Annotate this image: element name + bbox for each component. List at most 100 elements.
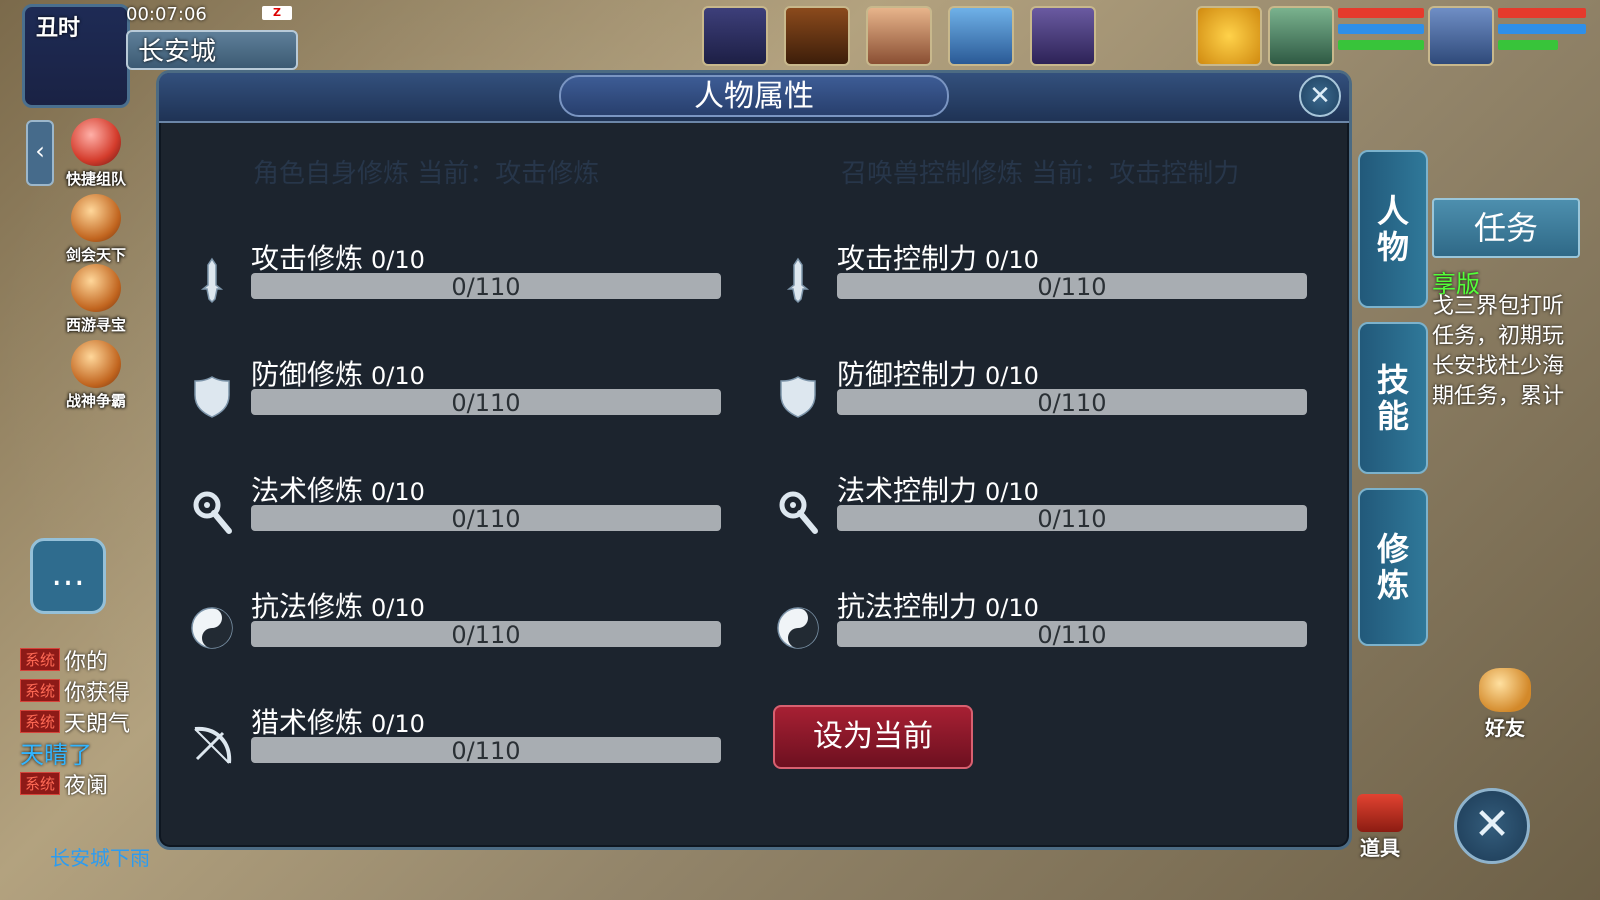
items-label: 道具 xyxy=(1360,836,1400,860)
pet-portrait[interactable] xyxy=(1268,6,1334,66)
cultivation-row[interactable]: 法术修炼 0/10 0/110 xyxy=(187,469,727,543)
sword-meet-icon xyxy=(71,194,121,242)
panel-header: 人物属性 ✕ xyxy=(159,73,1349,123)
cultivation-row[interactable]: 攻击修炼 0/10 0/110 xyxy=(187,237,727,311)
cultivation-label: 抗法修炼 xyxy=(251,590,364,623)
character-attributes-panel: 人物属性 ✕ 角色自身修炼 当前：攻击修炼 召唤兽控制修炼 当前：攻击控制力 攻… xyxy=(156,70,1352,850)
cultivation-name: 攻击控制力 0/10 xyxy=(837,237,1039,277)
exp-bar xyxy=(1498,40,1558,50)
cultivation-name: 防御修炼 0/10 xyxy=(251,353,425,393)
progress-value: 0/110 xyxy=(451,737,521,763)
war-god-button[interactable]: 战神争霸 xyxy=(58,340,134,411)
sword-icon xyxy=(187,255,237,305)
cultivation-label: 防御控制力 xyxy=(837,358,978,391)
friends-button[interactable]: 好友 xyxy=(1470,668,1540,741)
party-portrait[interactable] xyxy=(702,6,768,66)
team-icon xyxy=(71,118,121,166)
cultivation-name: 抗法修炼 0/10 xyxy=(251,585,425,625)
mp-bar xyxy=(1498,24,1586,34)
time-period-label: 丑时 xyxy=(36,16,81,41)
chat-button[interactable]: … xyxy=(30,538,106,614)
progress-bar: 0/110 xyxy=(837,273,1307,299)
cultivation-row[interactable]: 防御修炼 0/10 0/110 xyxy=(187,353,727,427)
progress-bar: 0/110 xyxy=(837,621,1307,647)
cultivation-label: 法术修炼 xyxy=(251,474,364,507)
magic-staff-icon xyxy=(187,487,237,537)
tab-skills[interactable]: 技能 xyxy=(1358,322,1428,474)
system-tag: 系统 xyxy=(20,679,61,702)
party-portrait[interactable] xyxy=(1030,6,1096,66)
self-cultivation-heading: 角色自身修炼 当前：攻击修炼 xyxy=(253,159,600,189)
close-menu-button[interactable]: ✕ xyxy=(1454,788,1530,864)
progress-value: 0/110 xyxy=(451,621,521,647)
progress-value: 0/110 xyxy=(451,389,521,415)
cultivation-level: 0/10 xyxy=(371,246,425,274)
sword-meet-label: 剑会天下 xyxy=(65,246,126,264)
cultivation-label: 防御修炼 xyxy=(251,358,364,391)
progress-value: 0/110 xyxy=(451,505,521,531)
quick-team-button[interactable]: 快捷组队 xyxy=(58,118,134,189)
cultivation-row[interactable]: 攻击控制力 0/10 0/110 xyxy=(773,237,1313,311)
treasure-chest-icon xyxy=(71,264,121,312)
cultivation-row[interactable]: 猎术修炼 0/10 0/110 xyxy=(187,701,727,775)
task-line: 戈三界包打听 xyxy=(1432,294,1565,319)
cultivation-row[interactable]: 抗法修炼 0/10 0/110 xyxy=(187,585,727,659)
progress-value: 0/110 xyxy=(451,273,521,299)
exp-bar xyxy=(1338,40,1424,50)
system-tag: 系统 xyxy=(20,648,61,671)
weather-text: 天晴了 xyxy=(20,741,92,769)
chat-log[interactable]: 系统 你的 系统 你获得 系统 天朗气 天晴了 系统 夜阑 xyxy=(20,644,160,799)
cultivation-row[interactable]: 抗法控制力 0/10 0/110 xyxy=(773,585,1313,659)
cultivation-label: 攻击控制力 xyxy=(837,242,978,275)
pet-status-bars xyxy=(1338,8,1424,56)
treasure-hunt-button[interactable]: 西游寻宝 xyxy=(58,264,134,335)
sword-meet-button[interactable]: 剑会天下 xyxy=(58,194,134,265)
mp-bar xyxy=(1338,24,1424,34)
panel-title-frame: 人物属性 xyxy=(559,75,949,117)
chest-icon xyxy=(1357,794,1403,832)
cultivation-level: 0/10 xyxy=(985,594,1039,622)
collapse-arrow-icon[interactable]: ‹ xyxy=(26,120,54,186)
task-line: 任务，初期玩 xyxy=(1432,324,1565,349)
chat-text: 你的 xyxy=(64,649,109,675)
tab-cultivation[interactable]: 修炼 xyxy=(1358,488,1428,646)
tab-character[interactable]: 人物 xyxy=(1358,150,1428,308)
yin-yang-icon xyxy=(187,603,237,653)
chat-text: 天朗气 xyxy=(64,711,131,737)
panel-close-button[interactable]: ✕ xyxy=(1299,75,1341,117)
shield-icon xyxy=(187,371,237,421)
bow-icon xyxy=(187,719,237,769)
player-portrait[interactable] xyxy=(1428,6,1494,66)
progress-bar: 0/110 xyxy=(251,505,721,531)
cultivation-label: 抗法控制力 xyxy=(837,590,978,623)
party-portrait[interactable] xyxy=(948,6,1014,66)
battery-icon: Z xyxy=(262,6,292,20)
party-portrait[interactable] xyxy=(866,6,932,66)
clock-readout: 00:07:06 xyxy=(126,4,207,25)
game-screen: 丑时 00:07:06 Z 长安城 ‹ 快捷组队 剑会天下 西游寻宝 战神争霸 … xyxy=(0,0,1600,900)
pet-control-heading: 召唤兽控制修炼 当前：攻击控制力 xyxy=(841,159,1240,189)
friends-label: 好友 xyxy=(1485,716,1525,740)
task-description[interactable]: 戈三界包打听 任务，初期玩 长安找杜少海 期任务，累计 xyxy=(1432,292,1592,412)
cultivation-name: 法术修炼 0/10 xyxy=(251,469,425,509)
city-name[interactable]: 长安城 xyxy=(126,30,298,70)
cultivation-name: 猎术修炼 0/10 xyxy=(251,701,425,741)
items-button[interactable]: 道具 xyxy=(1350,794,1410,861)
sword-icon xyxy=(773,255,823,305)
cultivation-row[interactable]: 法术控制力 0/10 0/110 xyxy=(773,469,1313,543)
task-line: 期任务，累计 xyxy=(1432,384,1565,409)
progress-bar: 0/110 xyxy=(251,389,721,415)
task-line: 长安找杜少海 xyxy=(1432,354,1565,379)
hp-bar xyxy=(1338,8,1424,18)
progress-bar: 0/110 xyxy=(251,737,721,763)
pet-portrait[interactable] xyxy=(1196,6,1262,66)
progress-bar: 0/110 xyxy=(837,505,1307,531)
cultivation-name: 攻击修炼 0/10 xyxy=(251,237,425,277)
party-portrait[interactable] xyxy=(784,6,850,66)
set-as-current-button[interactable]: 设为当前 xyxy=(773,705,973,769)
system-tag: 系统 xyxy=(20,710,61,733)
task-button[interactable]: 任务 xyxy=(1432,198,1580,258)
tab-character-label: 人物 xyxy=(1376,192,1409,266)
chat-line: 系统 你获得 xyxy=(20,675,160,706)
cultivation-row[interactable]: 防御控制力 0/10 0/110 xyxy=(773,353,1313,427)
